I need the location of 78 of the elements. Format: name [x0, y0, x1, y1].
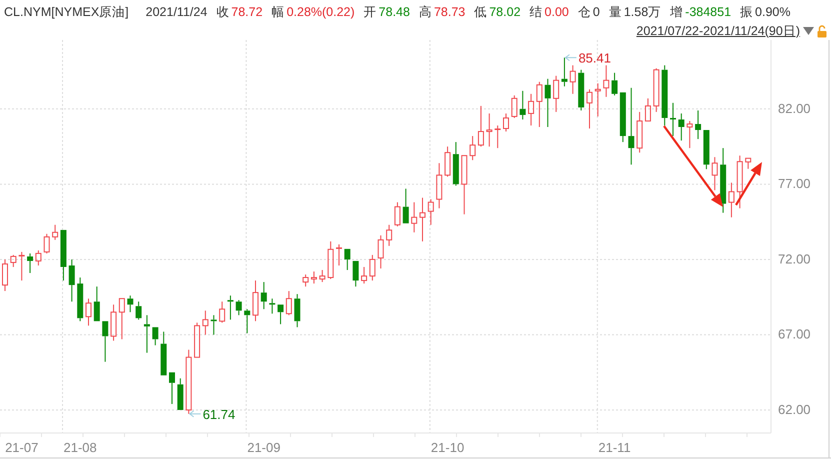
field-value: -384851: [685, 5, 732, 20]
candlestick: [662, 64, 668, 126]
candlestick: [670, 102, 676, 137]
leader-line: [564, 54, 577, 62]
candlestick: [236, 300, 242, 316]
field-value: 0.00: [544, 5, 569, 20]
candlestick: [486, 112, 492, 148]
field-value: 0.28%(0.22): [286, 5, 355, 20]
candlestick: [136, 301, 142, 320]
candlestick: [728, 182, 734, 218]
candlestick: [411, 202, 418, 233]
y-axis-label: 62.00: [778, 402, 811, 417]
candlestick: [144, 314, 150, 354]
candlestick: [269, 298, 276, 314]
candlestick: [210, 314, 217, 336]
field-value: 78.48: [378, 5, 410, 20]
candlestick: [578, 69, 584, 111]
candlestick: [260, 282, 267, 310]
y-axis-label: 82.00: [778, 100, 811, 116]
y-axis-label: 72.00: [778, 251, 811, 266]
field-label: 高: [418, 5, 432, 20]
quote-date: 2021/11/24: [146, 4, 208, 22]
field-value: 78.02: [489, 5, 521, 20]
field-label: 仓: [578, 5, 591, 20]
candlestick: [77, 277, 84, 322]
leader-line: [188, 410, 202, 418]
arrow: [735, 162, 762, 206]
candlestick: [428, 198, 434, 226]
candlestick: [561, 57, 568, 87]
low-price-label: 61.74: [202, 406, 236, 422]
dropdown-caret-icon[interactable]: [803, 27, 814, 35]
x-axis-label: 21-10: [430, 440, 464, 455]
x-axis-label: 21-07: [5, 440, 38, 455]
x-axis-label: 21-09: [247, 440, 280, 455]
candlestick: [252, 280, 258, 322]
candlestick: [127, 295, 134, 313]
field-label: 结: [530, 5, 543, 20]
candlestick: [544, 78, 551, 128]
symbol-title: CL.NYM[NYMEX原油]: [4, 4, 129, 22]
candlestick: [612, 72, 618, 96]
field-label: 增: [670, 5, 684, 20]
y-axis-label: 67.00: [778, 326, 811, 342]
y-axis-label: 77.00: [778, 176, 811, 192]
candlestick: [736, 155, 743, 209]
candlestick: [720, 148, 726, 214]
candlestick: [68, 258, 75, 302]
candlestick: [570, 64, 576, 94]
candlestick: [712, 156, 718, 191]
field-label: 开: [364, 5, 377, 20]
field-value: 1.58万: [624, 5, 662, 20]
candlestick: [452, 142, 459, 186]
candlestick: [603, 64, 610, 98]
field-label: 幅: [272, 5, 285, 20]
field-label: 低: [474, 5, 488, 20]
candlestick: [436, 162, 442, 209]
field-value: 0: [592, 5, 600, 20]
candlestick: [594, 82, 601, 117]
field-label: 振: [740, 5, 754, 20]
candlestick: [27, 252, 34, 274]
field-value: 78.72: [231, 5, 263, 20]
candlestick: [202, 310, 208, 336]
field-label: 收: [216, 5, 230, 20]
x-axis-label: 21-08: [64, 440, 97, 455]
candlestick: [628, 87, 634, 166]
date-range-link[interactable]: 2021/07/22-2021/11/24(90日): [636, 22, 800, 40]
field-label: 量: [608, 5, 622, 20]
candlestick: [695, 110, 702, 140]
field-value: 78.73: [434, 5, 466, 20]
candlestick: [244, 308, 250, 334]
high-price-label: 85.41: [578, 50, 611, 66]
field-value: 0.90%: [755, 5, 790, 20]
candlestick: [227, 295, 234, 320]
x-axis-label: 21-11: [598, 440, 631, 455]
candlestick: [420, 197, 426, 242]
candlestick: [678, 112, 684, 142]
candlestick: [294, 294, 300, 328]
candlestick: [528, 93, 534, 126]
candlestick: [520, 90, 526, 120]
